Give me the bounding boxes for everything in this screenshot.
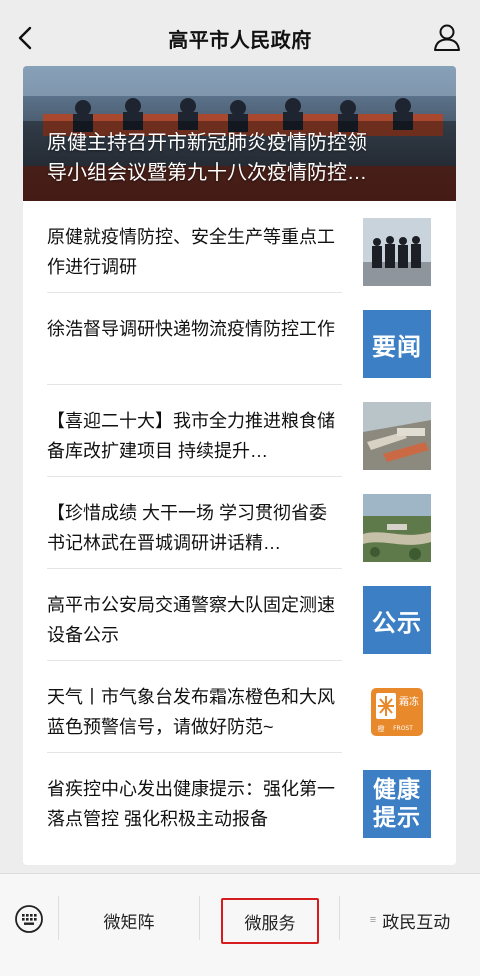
news-thumbnail-tag[interactable]: 公示 [363,586,431,654]
news-thumbnail-tag[interactable]: 健康 提示 [363,770,431,838]
tag-label: 健康 提示 [363,770,431,838]
news-item-title[interactable]: 原健就疫情防控、安全生产等重点工作进行调研 [47,222,343,282]
news-item-title[interactable]: 【喜迎二十大】我市全力推进粮食储备库改扩建项目 持续提升… [47,406,343,466]
tag-label: 要闻 [363,310,431,378]
bottom-menu-bar: 微矩阵 微服务 ≡ 政民互动 [0,873,480,976]
news-thumbnail-photo[interactable] [363,218,431,286]
news-item-title[interactable]: 徐浩督导调研快递物流疫情防控工作 [47,314,343,344]
hero-title[interactable]: 原健主持召开市新冠肺炎疫情防控领 导小组会议暨第九十八次疫情防控… [47,128,438,188]
news-thumbnail-tag[interactable]: 要闻 [363,310,431,378]
frost-warning-icon[interactable]: 霜冻 FROST 橙 [363,678,431,746]
news-item[interactable]: 天气丨市气象台发布霜冻橙色和大风蓝色预警信号，请做好防范~ 霜冻 FROST 橙 [23,661,456,753]
news-item-title[interactable]: 【珍惜成绩 大干一场 学习贯彻省委书记林武在晋城调研讲话精… [47,498,343,558]
news-thumbnail-photo[interactable] [363,402,431,470]
news-list: 原健就疫情防控、安全生产等重点工作进行调研 徐浩督导调研快递物流疫情防控工作 要… [23,201,456,845]
menu-weifuwu[interactable]: 微服务 [221,898,319,944]
back-arrow-icon[interactable] [12,24,40,52]
frost-small-text: FROST [393,725,413,732]
frost-big-text: 霜冻 [399,695,419,708]
menu-zhengmin-hudong[interactable]: ≡ 政民互动 [340,902,480,938]
top-bar: 高平市人民政府 [0,0,480,76]
menu-label: 政民互动 [382,912,451,932]
tag-line-1: 健康 [373,776,421,803]
frost-mark-text: 橙 [378,724,385,733]
divider [199,896,200,940]
news-item[interactable]: 高平市公安局交通警察大队固定测速设备公示 公示 [23,569,456,661]
tag-label: 公示 [363,586,431,654]
news-item[interactable]: 原健就疫情防控、安全生产等重点工作进行调研 [23,201,456,293]
user-profile-icon[interactable] [432,22,462,52]
news-item[interactable]: 【珍惜成绩 大干一场 学习贯彻省委书记林武在晋城调研讲话精… [23,477,456,569]
article-card: 原健主持召开市新冠肺炎疫情防控领 导小组会议暨第九十八次疫情防控… 原健就疫情防… [23,66,456,865]
news-item-title[interactable]: 天气丨市气象台发布霜冻橙色和大风蓝色预警信号，请做好防范~ [47,682,343,742]
menu-weijuzhen[interactable]: 微矩阵 [59,902,199,938]
news-item[interactable]: 省疾控中心发出健康提示：强化第一落点管控 强化积极主动报备 健康 提示 [23,753,456,845]
menu-label: 微矩阵 [103,912,155,932]
submenu-icon: ≡ [369,914,377,926]
keyboard-icon[interactable] [14,904,44,934]
menu-label: 微服务 [244,913,296,933]
tag-line-2: 提示 [373,804,421,831]
news-item-title[interactable]: 高平市公安局交通警察大队固定测速设备公示 [47,590,343,650]
news-item[interactable]: 徐浩督导调研快递物流疫情防控工作 要闻 [23,293,456,385]
hero-banner[interactable]: 原健主持召开市新冠肺炎疫情防控领 导小组会议暨第九十八次疫情防控… [23,66,456,201]
news-item-title[interactable]: 省疾控中心发出健康提示：强化第一落点管控 强化积极主动报备 [47,774,343,834]
page-title: 高平市人民政府 [168,29,312,52]
news-item[interactable]: 【喜迎二十大】我市全力推进粮食储备库改扩建项目 持续提升… [23,385,456,477]
news-thumbnail-photo[interactable] [363,494,431,562]
